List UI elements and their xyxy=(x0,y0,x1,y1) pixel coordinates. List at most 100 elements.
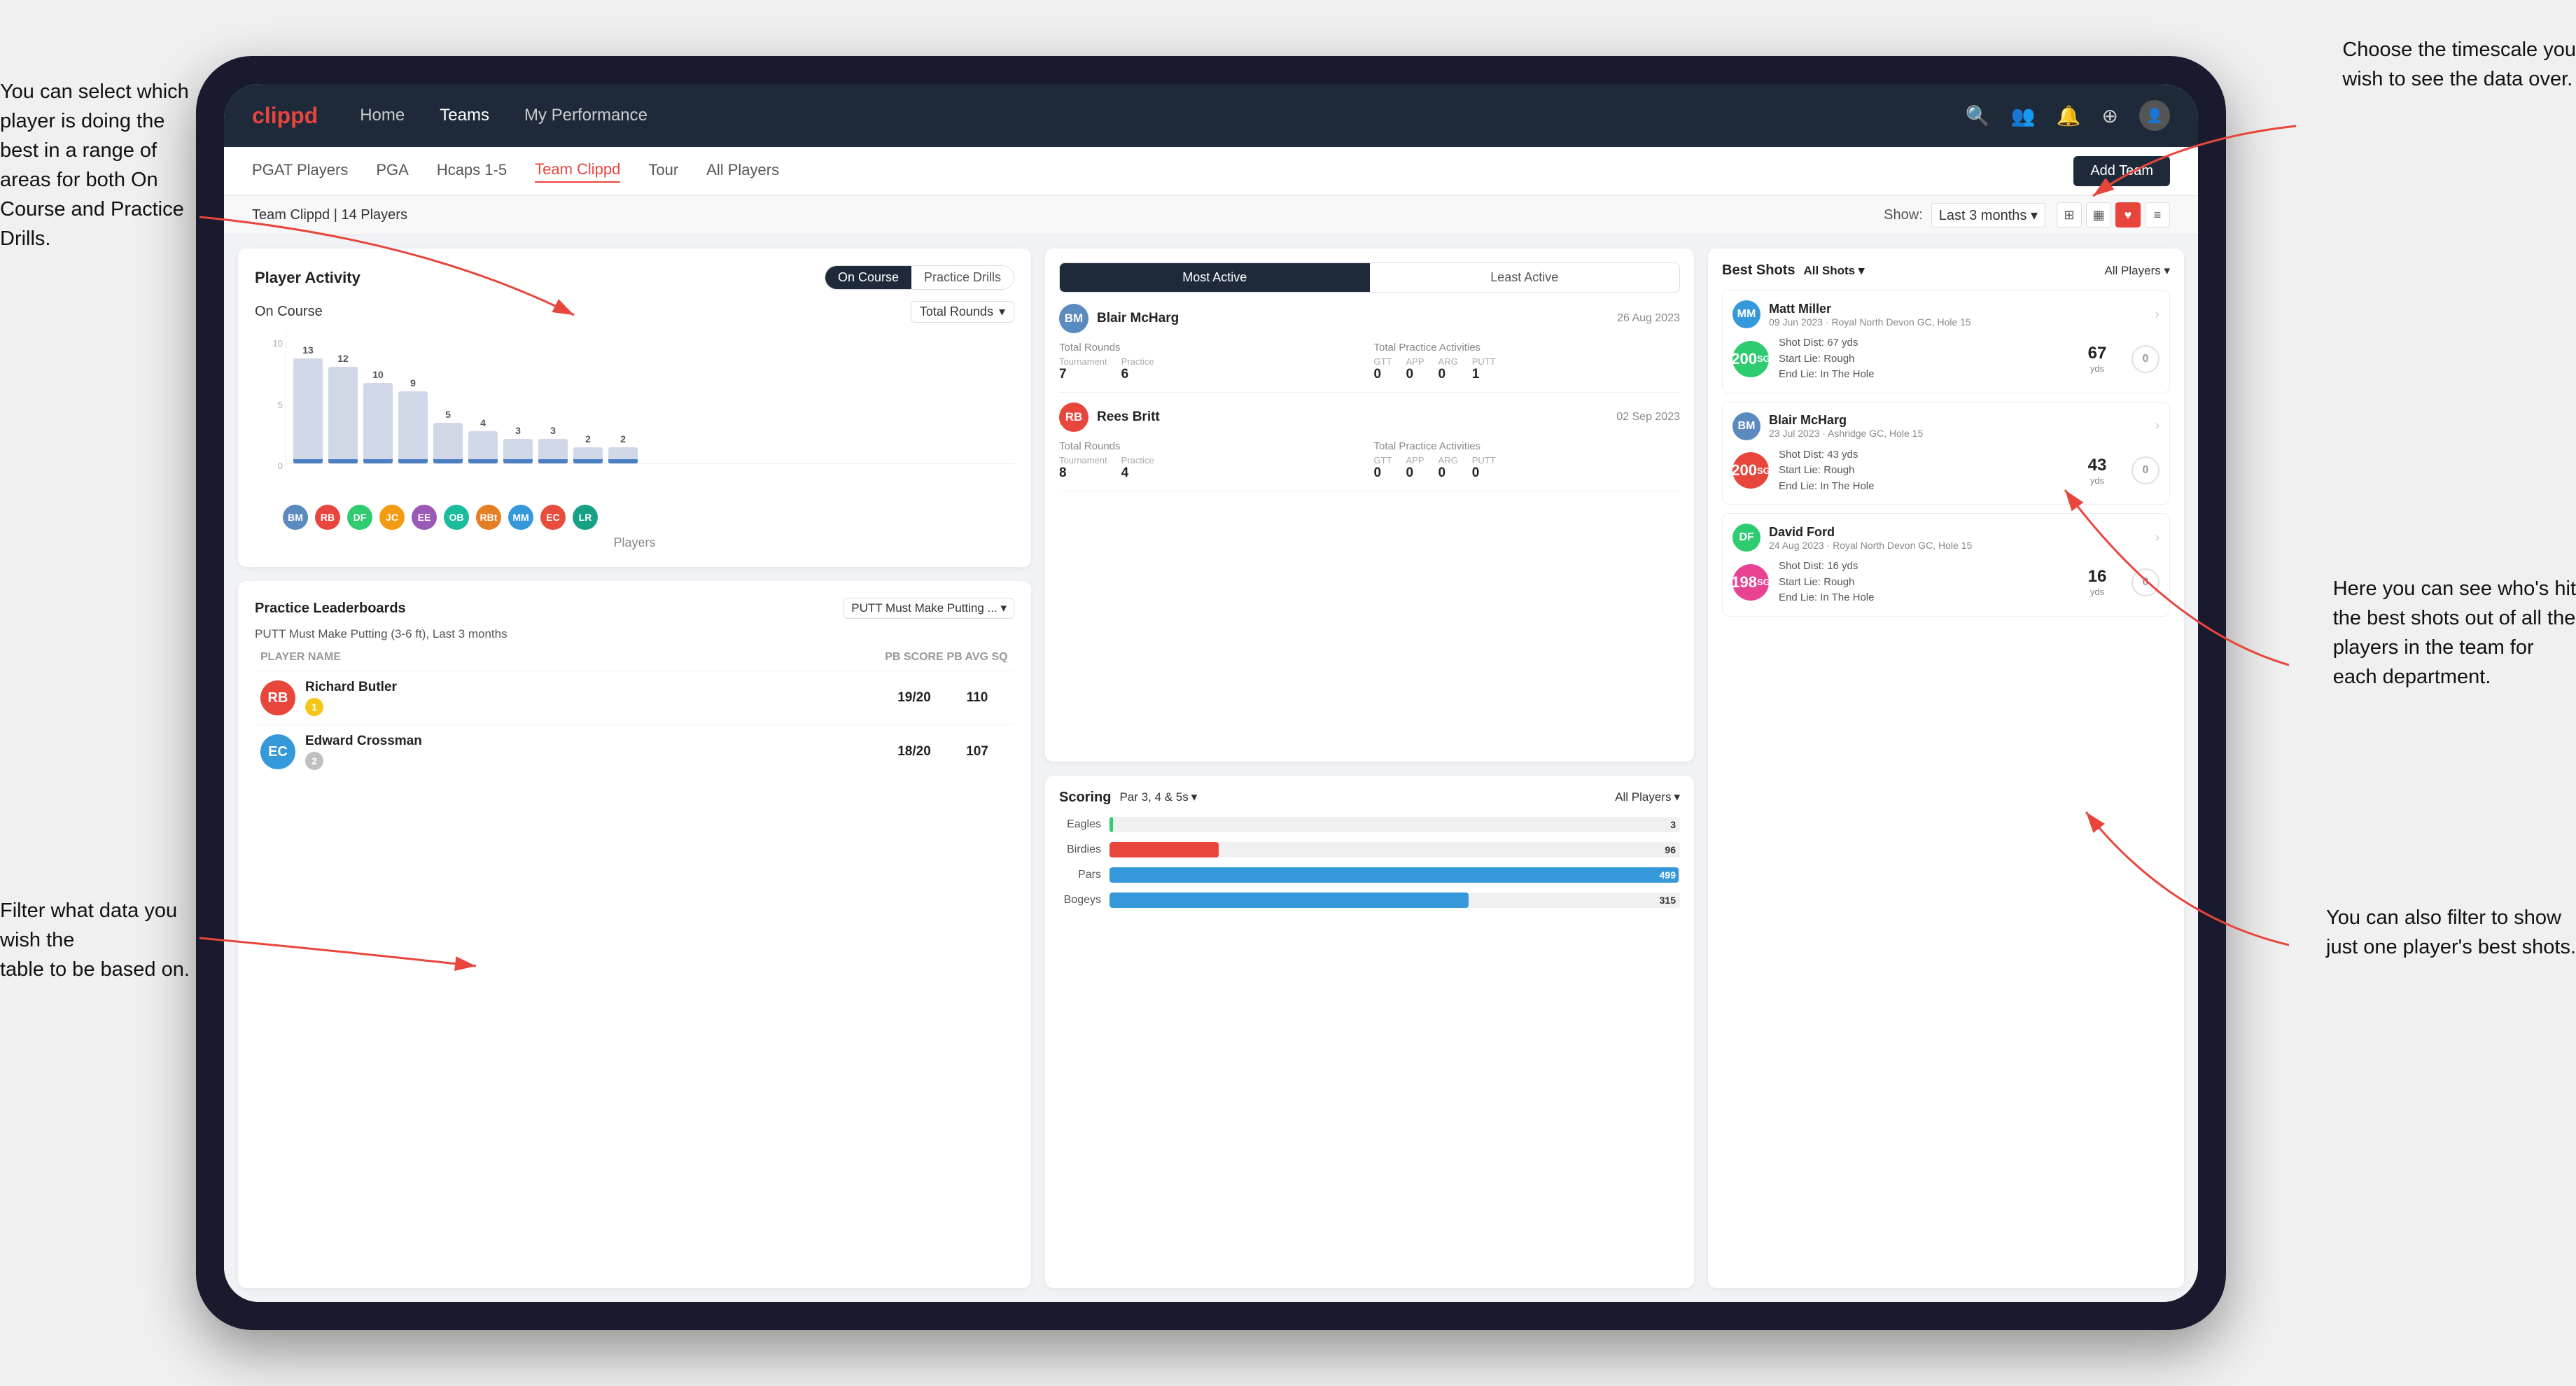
chevron-right-icon-3: › xyxy=(2155,530,2160,546)
shot-stat1-mcharg: 43 yds xyxy=(2073,456,2122,486)
search-icon[interactable]: 🔍 xyxy=(1966,104,1990,127)
shot-row-mcharg[interactable]: BM Blair McHarg 23 Jul 2023 · Ashridge G… xyxy=(1722,402,2170,505)
nav-item-myperformance[interactable]: My Performance xyxy=(524,106,648,125)
avatar-butler[interactable]: RBt xyxy=(476,505,501,530)
avatar-ebert[interactable]: EE xyxy=(412,505,437,530)
sub-nav-pga[interactable]: PGA xyxy=(376,161,408,182)
main-content: Player Activity On Course Practice Drill… xyxy=(224,234,2198,1302)
shot-info-miller: Matt Miller 09 Jun 2023 · Royal North De… xyxy=(1769,302,2155,328)
shot-badge-mcharg: 200SG xyxy=(1732,452,1769,489)
lb-rank-butler: 1 xyxy=(305,698,323,716)
right-panel: Best Shots All Shots ▾ All Players ▾ MM … xyxy=(1708,248,2184,1288)
scoring-filter1[interactable]: Par 3, 4 & 5s ▾ xyxy=(1119,790,1197,804)
avatar-britt[interactable]: RB xyxy=(315,505,340,530)
bell-icon[interactable]: 🔔 xyxy=(2057,104,2081,127)
shot-row-dford[interactable]: DF David Ford 24 Aug 2023 · Royal North … xyxy=(1722,513,2170,617)
avatar-mcharg[interactable]: BM xyxy=(283,505,308,530)
player-activity-title: Player Activity xyxy=(255,269,825,287)
circle-plus-icon[interactable]: ⊕ xyxy=(2102,104,2118,127)
sub-nav-pgat[interactable]: PGAT Players xyxy=(252,161,348,182)
shot-stat1-dford: 16 yds xyxy=(2073,567,2122,597)
activity-toggle-group: On Course Practice Drills xyxy=(825,265,1014,290)
chart-filter-dropdown[interactable]: Total Rounds ▾ xyxy=(911,301,1014,323)
avatar-miller[interactable]: MM xyxy=(508,505,533,530)
avatar-robertson[interactable]: LR xyxy=(573,505,598,530)
y-label-5: 5 xyxy=(255,400,283,410)
lb-col-pbavg: PB AVG SQ xyxy=(946,651,1009,664)
sub-nav-allplayers[interactable]: All Players xyxy=(706,161,779,182)
bs-tab-allshots[interactable]: All Shots ▾ xyxy=(1803,264,1864,278)
nav-icons: 🔍 👥 🔔 ⊕ 👤 xyxy=(1966,100,2170,131)
leaderboard-title: Practice Leaderboards xyxy=(255,601,844,617)
lb-score-crossman: 18/20 xyxy=(883,744,946,760)
tab-most-active[interactable]: Most Active xyxy=(1060,263,1370,292)
avatar[interactable]: 👤 xyxy=(2139,100,2170,131)
chevron-right-icon-2: › xyxy=(2155,418,2160,434)
shot-name-miller: Matt Miller xyxy=(1769,302,2155,316)
bar-ebert: 5 xyxy=(433,409,463,463)
practice-leaderboard-card: Practice Leaderboards PUTT Must Make Put… xyxy=(238,581,1031,1288)
sub-nav-hcaps[interactable]: Hcaps 1-5 xyxy=(437,161,507,182)
shot-meta-miller: 09 Jun 2023 · Royal North Devon GC, Hole… xyxy=(1769,316,2155,328)
shot-info-mcharg: Blair McHarg 23 Jul 2023 · Ashridge GC, … xyxy=(1769,413,2155,439)
best-shots-title: Best Shots xyxy=(1722,262,1795,279)
scoring-title: Scoring xyxy=(1059,790,1111,806)
view-tile-icon[interactable]: ▦ xyxy=(2086,202,2111,227)
activity-player-britt: RB Rees Britt 02 Sep 2023 Total Rounds T… xyxy=(1059,402,1680,491)
shot-row-miller[interactable]: MM Matt Miller 09 Jun 2023 · Royal North… xyxy=(1722,290,2170,393)
view-heart-icon[interactable]: ♥ xyxy=(2115,202,2141,227)
lb-row-butler[interactable]: RB Richard Butler 1 19/20 110 xyxy=(255,671,1014,724)
annotation-bottom-left: Filter what data you wish thetable to be… xyxy=(0,896,203,984)
timescale-select[interactable]: Last 3 months ▾ xyxy=(1931,203,2045,227)
lb-avatar-butler: RB xyxy=(260,680,295,715)
shot-stat2-dford: 0 xyxy=(2132,568,2160,596)
users-icon[interactable]: 👥 xyxy=(2011,104,2036,127)
sub-nav-tour[interactable]: Tour xyxy=(648,161,678,182)
tablet-frame: clippd Home Teams My Performance 🔍 👥 🔔 ⊕… xyxy=(196,56,2226,1330)
best-shots-card: Best Shots All Shots ▾ All Players ▾ MM … xyxy=(1708,248,2184,1288)
sub-nav-teamclippd[interactable]: Team Clippd xyxy=(535,160,620,183)
bar-coles: 9 xyxy=(398,377,428,463)
lb-row-crossman[interactable]: EC Edward Crossman 2 18/20 107 xyxy=(255,724,1014,778)
lb-rank-crossman: 2 xyxy=(305,752,323,770)
lb-col-pbscore: PB SCORE xyxy=(883,651,946,664)
bar-britt: 12 xyxy=(328,353,358,463)
player-activity-card: Player Activity On Course Practice Drill… xyxy=(238,248,1031,567)
y-label-10: 10 xyxy=(255,338,283,349)
avatar-ford[interactable]: DF xyxy=(347,505,372,530)
scoring-filter2[interactable]: All Players ▾ xyxy=(1615,790,1680,804)
tab-least-active[interactable]: Least Active xyxy=(1370,263,1680,292)
on-course-label: On Course xyxy=(255,304,323,320)
leaderboard-select[interactable]: PUTT Must Make Putting ... ▾ xyxy=(844,598,1014,619)
annotation-top-right: Choose the timescale youwish to see the … xyxy=(2342,35,2576,94)
lb-col-playername: PLAYER NAME xyxy=(260,651,883,664)
on-course-toggle[interactable]: On Course xyxy=(825,266,911,289)
nav-item-teams[interactable]: Teams xyxy=(440,106,489,125)
avatar-coles[interactable]: JC xyxy=(379,505,405,530)
bar-robertson: 2 xyxy=(608,433,638,463)
add-team-button[interactable]: Add Team xyxy=(2073,156,2170,186)
activity-tabs: Most Active Least Active xyxy=(1059,262,1680,293)
view-icons: ⊞ ▦ ♥ ≡ xyxy=(2057,202,2170,227)
ap-date-mcharg: 26 Aug 2023 xyxy=(1617,312,1680,325)
nav-logo: clippd xyxy=(252,103,318,129)
annotation-top-left: You can select which player is doing the… xyxy=(0,77,203,253)
y-label-0: 0 xyxy=(255,461,283,471)
practice-drills-toggle[interactable]: Practice Drills xyxy=(911,266,1014,289)
lb-name-rank-butler: Richard Butler 1 xyxy=(305,680,397,716)
bs-filter-allplayers[interactable]: All Players ▾ xyxy=(2104,264,2170,278)
view-list-icon[interactable]: ≡ xyxy=(2145,202,2170,227)
bar-butler: 3 xyxy=(503,425,533,463)
shot-meta-mcharg: 23 Jul 2023 · Ashridge GC, Hole 15 xyxy=(1769,428,2155,439)
avatar-crossman[interactable]: EC xyxy=(540,505,566,530)
show-label: Show: xyxy=(1884,207,1923,223)
shot-stat2-mcharg: 0 xyxy=(2132,456,2160,484)
tablet-screen: clippd Home Teams My Performance 🔍 👥 🔔 ⊕… xyxy=(224,84,2198,1302)
activity-player-mcharg: BM Blair McHarg 26 Aug 2023 Total Rounds… xyxy=(1059,304,1680,393)
view-grid-icon[interactable]: ⊞ xyxy=(2057,202,2082,227)
nav-item-home[interactable]: Home xyxy=(360,106,405,125)
left-panel: Player Activity On Course Practice Drill… xyxy=(238,248,1031,1288)
avatar-billingham[interactable]: OB xyxy=(444,505,469,530)
lb-name-rank-crossman: Edward Crossman 2 xyxy=(305,734,422,770)
ap-avatar-britt: RB xyxy=(1059,402,1088,432)
